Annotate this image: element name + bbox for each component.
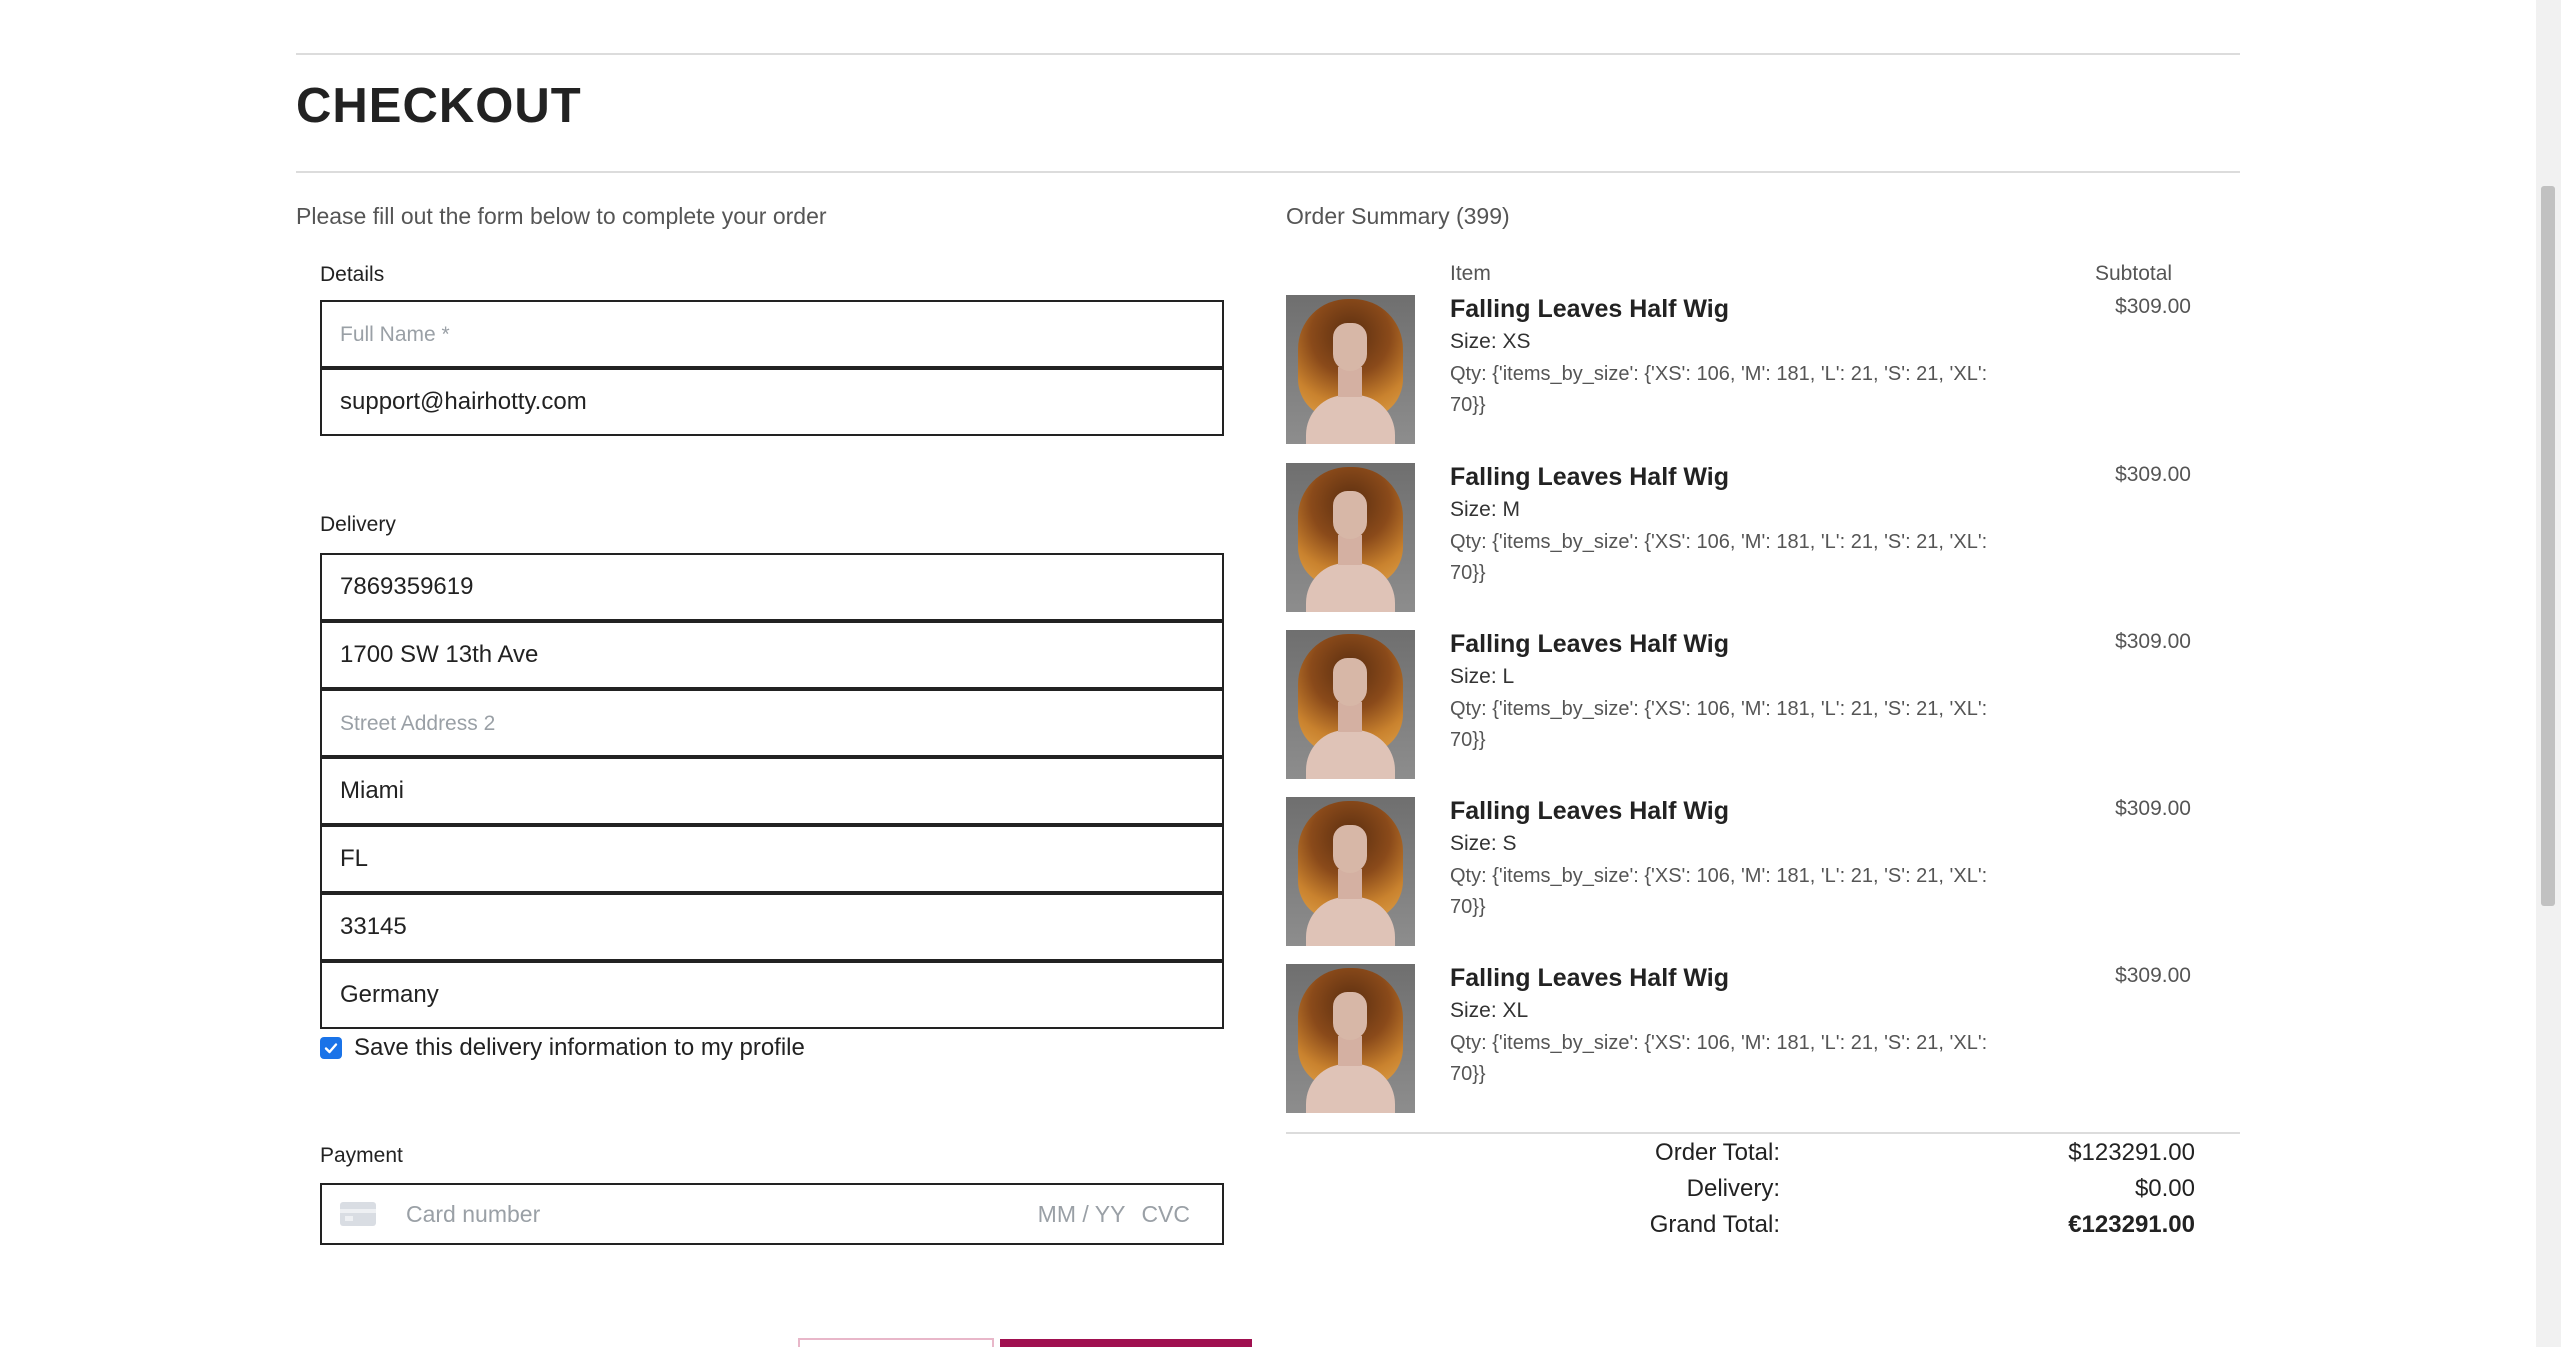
item-name[interactable]: Falling Leaves Half Wig <box>1450 797 1729 826</box>
item-size: Size: XS <box>1450 330 1531 353</box>
save-delivery-label: Save this delivery information to my pro… <box>354 1034 805 1061</box>
back-to-bag-button[interactable] <box>798 1338 994 1347</box>
order-item: Falling Leaves Half Wig Size: XS Qty: {'… <box>1286 295 2240 445</box>
email-input[interactable] <box>320 368 1224 436</box>
page-title: CHECKOUT <box>296 79 582 133</box>
totals-divider <box>1286 1132 2240 1134</box>
card-expiry-placeholder[interactable]: MM / YY <box>1038 1201 1126 1228</box>
item-qty: Qty: {'items_by_size': {'XS': 106, 'M': … <box>1450 865 1988 918</box>
product-image[interactable] <box>1286 295 1415 444</box>
product-image[interactable] <box>1286 463 1415 612</box>
card-cvc-placeholder[interactable]: CVC <box>1141 1201 1190 1228</box>
scrollbar-thumb[interactable] <box>2541 186 2555 906</box>
item-qty: Qty: {'items_by_size': {'XS': 106, 'M': … <box>1450 1032 1988 1085</box>
column-header-subtotal: Subtotal <box>2095 262 2173 285</box>
product-image[interactable] <box>1286 797 1415 946</box>
order-item: Falling Leaves Half Wig Size: L Qty: {'i… <box>1286 630 2240 780</box>
grand-total-label: Grand Total: <box>1649 1211 1780 1238</box>
order-total-label: Order Total: <box>1655 1139 1780 1166</box>
item-size: Size: XL <box>1450 999 1529 1022</box>
complete-order-button[interactable] <box>1000 1339 1252 1347</box>
item-name[interactable]: Falling Leaves Half Wig <box>1450 964 1729 993</box>
checkmark-icon <box>324 1043 338 1054</box>
item-size: Size: L <box>1450 665 1515 688</box>
item-qty: Qty: {'items_by_size': {'XS': 106, 'M': … <box>1450 698 1988 751</box>
delivery-label: Delivery <box>320 513 396 536</box>
item-price: $309.00 <box>2115 630 2191 653</box>
save-delivery-checkbox[interactable] <box>320 1037 342 1059</box>
full-name-input[interactable] <box>320 300 1224 368</box>
page-scrollbar[interactable] <box>2536 0 2561 1347</box>
grand-total-value: €123291.00 <box>2068 1211 2195 1238</box>
item-price: $309.00 <box>2115 295 2191 318</box>
title-divider <box>296 171 2240 173</box>
top-divider <box>296 53 2240 55</box>
street-address-1-input[interactable] <box>320 621 1224 689</box>
city-input[interactable] <box>320 757 1224 825</box>
order-item: Falling Leaves Half Wig Size: M Qty: {'i… <box>1286 463 2240 613</box>
order-item: Falling Leaves Half Wig Size: S Qty: {'i… <box>1286 797 2240 947</box>
card-number-placeholder[interactable]: Card number <box>406 1201 1038 1228</box>
item-size: Size: M <box>1450 498 1521 521</box>
column-header-item: Item <box>1450 262 1491 285</box>
product-image[interactable] <box>1286 964 1415 1113</box>
item-name[interactable]: Falling Leaves Half Wig <box>1450 295 1729 324</box>
postcode-input[interactable] <box>320 893 1224 961</box>
street-address-2-input[interactable] <box>320 689 1224 757</box>
delivery-cost-value: $0.00 <box>2134 1175 2195 1202</box>
phone-input[interactable] <box>320 553 1224 621</box>
item-name[interactable]: Falling Leaves Half Wig <box>1450 463 1729 492</box>
card-input[interactable]: Card number MM / YY CVC <box>320 1183 1224 1245</box>
item-price: $309.00 <box>2115 797 2191 820</box>
item-qty: Qty: {'items_by_size': {'XS': 106, 'M': … <box>1450 531 1988 584</box>
order-summary-title: Order Summary (399) <box>1286 203 1510 229</box>
item-qty: Qty: {'items_by_size': {'XS': 106, 'M': … <box>1450 363 1988 416</box>
item-name[interactable]: Falling Leaves Half Wig <box>1450 630 1729 659</box>
country-input[interactable] <box>320 961 1224 1029</box>
payment-label: Payment <box>320 1144 403 1167</box>
state-input[interactable] <box>320 825 1224 893</box>
checkout-page: CHECKOUT Please fill out the form below … <box>0 0 2536 1347</box>
item-price: $309.00 <box>2115 964 2191 987</box>
order-total-value: $123291.00 <box>2068 1139 2195 1166</box>
item-price: $309.00 <box>2115 463 2191 486</box>
product-image[interactable] <box>1286 630 1415 779</box>
credit-card-icon <box>340 1202 376 1226</box>
item-size: Size: S <box>1450 832 1517 855</box>
order-item: Falling Leaves Half Wig Size: XL Qty: {'… <box>1286 964 2240 1114</box>
delivery-cost-label: Delivery: <box>1686 1175 1780 1202</box>
details-label: Details <box>320 263 385 286</box>
save-delivery-row[interactable]: Save this delivery information to my pro… <box>320 1034 805 1062</box>
form-intro: Please fill out the form below to comple… <box>296 203 827 229</box>
